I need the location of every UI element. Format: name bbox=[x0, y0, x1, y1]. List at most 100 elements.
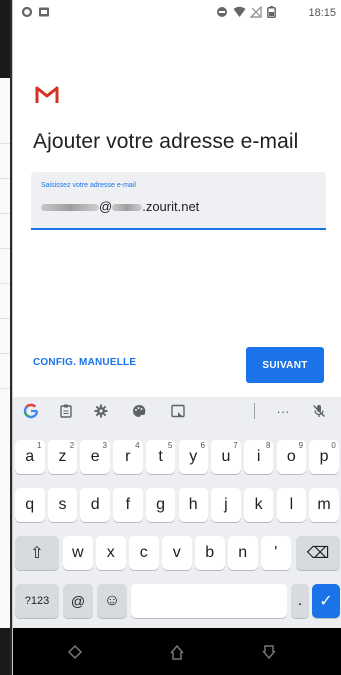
key-w[interactable]: w bbox=[63, 536, 93, 570]
screenshot-icon[interactable] bbox=[167, 401, 189, 421]
key-o-hint: 9 bbox=[298, 441, 304, 450]
key-r[interactable]: r4 bbox=[113, 440, 143, 474]
key-z[interactable]: z2 bbox=[47, 440, 78, 474]
key-z-hint: 2 bbox=[69, 441, 75, 450]
at-key[interactable]: @ bbox=[63, 584, 93, 618]
key-a[interactable]: a1 bbox=[15, 440, 45, 474]
battery-icon bbox=[267, 6, 276, 21]
key-c[interactable]: c bbox=[129, 536, 159, 570]
key-s-label: s bbox=[58, 496, 67, 513]
key-j[interactable]: j bbox=[211, 488, 241, 522]
more-icon[interactable]: ··· bbox=[272, 401, 294, 421]
key-j-label: j bbox=[224, 496, 228, 513]
key-g[interactable]: g bbox=[145, 488, 176, 522]
key-n-label: n bbox=[238, 544, 248, 561]
key-v[interactable]: v bbox=[162, 536, 192, 570]
key-q[interactable]: q bbox=[15, 488, 45, 522]
no-signal-icon bbox=[249, 5, 262, 21]
key-l[interactable]: l bbox=[276, 488, 307, 522]
clipboard-icon[interactable] bbox=[55, 401, 77, 421]
key-b[interactable]: b bbox=[195, 536, 225, 570]
key-apostrophe-label: ' bbox=[274, 544, 278, 561]
redacted-domain bbox=[112, 204, 143, 212]
enter-key[interactable]: ✓ bbox=[312, 584, 340, 618]
key-d[interactable]: d bbox=[80, 488, 110, 522]
key-o[interactable]: o9 bbox=[276, 440, 307, 474]
email-field[interactable]: Saisissez votre adresse e-mail @ .zourit.… bbox=[31, 172, 326, 230]
key-f[interactable]: f bbox=[113, 488, 143, 522]
sync-icon bbox=[21, 6, 33, 21]
key-x[interactable]: x bbox=[96, 536, 126, 570]
key-i-label: i bbox=[256, 448, 261, 465]
key-t-hint: 5 bbox=[167, 441, 173, 450]
key-t[interactable]: t5 bbox=[145, 440, 176, 474]
key-d-label: d bbox=[90, 496, 100, 513]
key-t-label: t bbox=[158, 448, 163, 465]
key-apostrophe[interactable]: ' bbox=[261, 536, 291, 570]
key-q-label: q bbox=[25, 496, 35, 513]
key-o-label: o bbox=[286, 448, 296, 465]
key-u[interactable]: u7 bbox=[211, 440, 241, 474]
key-u-hint: 7 bbox=[233, 441, 238, 450]
email-field-label: Saisissez votre adresse e-mail bbox=[41, 182, 136, 189]
key-p[interactable]: p0 bbox=[309, 440, 339, 474]
key-y-label: y bbox=[189, 448, 198, 465]
space-key[interactable] bbox=[131, 584, 287, 618]
status-time: 18:15 bbox=[308, 7, 336, 19]
keyboard: ··· a1z2e3r4t5y6u7i8o9p0 qsdfghjklm ⇧ ⌫ … bbox=[13, 397, 341, 628]
key-s[interactable]: s bbox=[47, 488, 78, 522]
backspace-key[interactable]: ⌫ bbox=[296, 536, 340, 570]
emoji-key[interactable]: ☺ bbox=[97, 584, 127, 618]
redacted-username bbox=[41, 204, 99, 212]
key-i-hint: 8 bbox=[265, 441, 271, 450]
palette-icon[interactable] bbox=[128, 401, 150, 421]
key-w-label: w bbox=[71, 544, 84, 561]
key-i[interactable]: i8 bbox=[243, 440, 274, 474]
key-p-hint: 0 bbox=[331, 441, 336, 450]
navigation-bar bbox=[13, 628, 341, 675]
key-f-label: f bbox=[125, 496, 131, 513]
mic-off-icon[interactable] bbox=[308, 401, 330, 421]
email-field-value: @ .zourit.net bbox=[41, 199, 199, 214]
symbols-key[interactable]: ?123 bbox=[15, 584, 59, 618]
home-nav-icon[interactable] bbox=[167, 642, 187, 662]
image-notification-icon bbox=[38, 6, 50, 21]
phone-screen: 18:15 Ajouter votre adresse e-mail Saisi… bbox=[12, 0, 341, 675]
background-app-edge bbox=[0, 0, 10, 675]
key-e[interactable]: e3 bbox=[80, 440, 110, 474]
manual-config-button[interactable]: CONFIG. MANUELLE bbox=[33, 357, 136, 368]
settings-icon[interactable] bbox=[90, 401, 112, 421]
key-m[interactable]: m bbox=[309, 488, 339, 522]
key-e-hint: 3 bbox=[102, 441, 107, 450]
key-c-label: c bbox=[139, 544, 148, 561]
key-z-label: z bbox=[58, 448, 67, 465]
key-u-label: u bbox=[221, 448, 231, 465]
next-button[interactable]: SUIVANT bbox=[246, 347, 324, 383]
period-key[interactable]: . bbox=[291, 584, 309, 618]
toolbar-divider bbox=[254, 403, 255, 419]
recents-nav-icon[interactable] bbox=[259, 642, 279, 662]
key-p-label: p bbox=[319, 448, 329, 465]
do-not-disturb-icon bbox=[216, 6, 228, 21]
key-y[interactable]: y6 bbox=[178, 440, 208, 474]
shift-key[interactable]: ⇧ bbox=[15, 536, 59, 570]
key-k[interactable]: k bbox=[243, 488, 274, 522]
key-h-label: h bbox=[188, 496, 198, 513]
key-a-hint: 1 bbox=[37, 441, 42, 450]
key-r-label: r bbox=[125, 448, 131, 465]
page-title: Ajouter votre adresse e-mail bbox=[33, 130, 299, 153]
key-y-hint: 6 bbox=[200, 441, 205, 450]
key-h[interactable]: h bbox=[178, 488, 208, 522]
keyboard-toolbar: ··· bbox=[13, 397, 341, 425]
key-a-label: a bbox=[25, 448, 35, 465]
email-domain-suffix: .zourit.net bbox=[142, 199, 200, 214]
email-at-sign: @ bbox=[99, 199, 113, 214]
key-x-label: x bbox=[106, 544, 115, 561]
key-l-label: l bbox=[289, 496, 294, 513]
key-b-label: b bbox=[205, 544, 215, 561]
wifi-icon bbox=[233, 6, 246, 21]
key-m-label: m bbox=[317, 496, 331, 513]
key-n[interactable]: n bbox=[228, 536, 258, 570]
back-nav-icon[interactable] bbox=[65, 642, 85, 662]
google-icon[interactable] bbox=[20, 401, 42, 421]
